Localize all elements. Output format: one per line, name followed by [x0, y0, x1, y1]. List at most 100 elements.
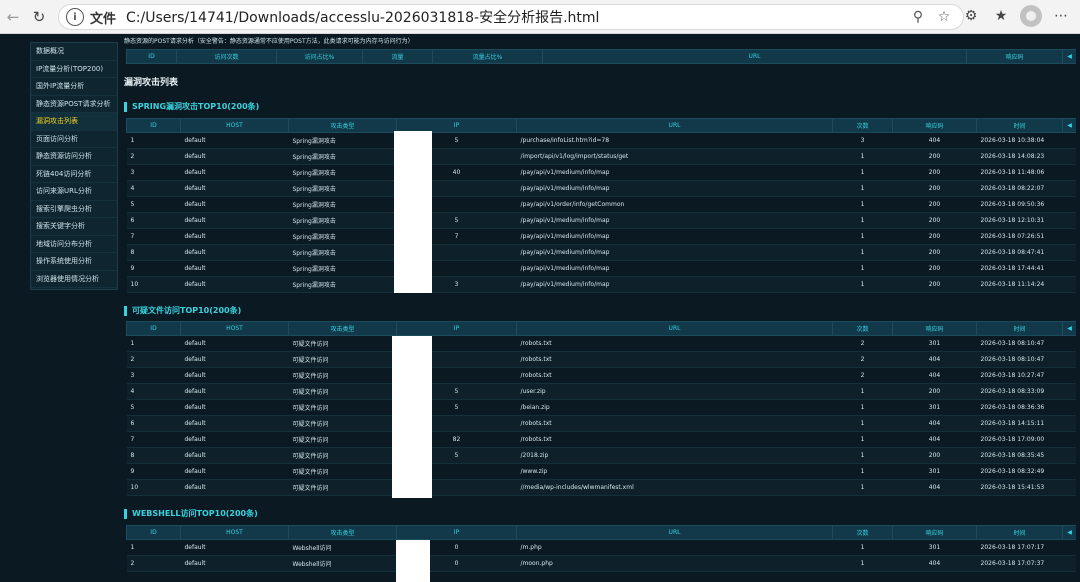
cell-time: 2026-03-18 17:07:17 [976, 539, 1063, 556]
cell-url: /pay/api/v1/medium/info/map [516, 228, 833, 245]
sidebar-item[interactable]: 死链404访问分析 [31, 166, 117, 183]
cell-type: Spring漏洞攻击 [288, 260, 397, 277]
cell-host: default [180, 399, 289, 416]
sort-toggle-icon[interactable]: ◀ [1062, 118, 1076, 133]
sidebar-item[interactable]: 地域访问分布分析 [31, 236, 117, 253]
column-header[interactable]: IP [396, 321, 517, 336]
extensions-puzzle-icon[interactable]: ⚙ [960, 5, 982, 27]
cell-url: /robots.txt [516, 431, 833, 448]
cell-url: /pay/api/v1/medium/info/map [516, 164, 833, 181]
profile-avatar[interactable] [1020, 5, 1042, 27]
column-header[interactable]: 响应码 [892, 525, 977, 540]
cell-time: 2026-03-18 08:47:41 [976, 244, 1063, 261]
column-header[interactable]: 流量占比% [432, 49, 543, 64]
cell-code: 301 [892, 539, 977, 556]
cell-id: 2 [126, 148, 181, 165]
cell-code: 200 [892, 180, 977, 197]
column-header[interactable]: 次数 [832, 118, 893, 133]
sidebar-item[interactable]: 国外IP流量分析 [31, 78, 117, 96]
sidebar-item[interactable]: 静态资源访问分析 [31, 148, 117, 166]
cell-host: default [180, 479, 289, 496]
cell-host: default [180, 180, 289, 197]
favorite-star-icon[interactable]: ☆ [935, 8, 953, 26]
cell-host: default [180, 555, 289, 572]
sidebar-item[interactable]: IP流量分析(TOP200) [31, 61, 117, 78]
sidebar-item[interactable]: 浏览器使用情况分析 [31, 271, 117, 288]
column-header[interactable]: 访问次数 [176, 49, 277, 64]
cell-pad [1062, 196, 1076, 213]
column-header[interactable]: 响应码 [892, 118, 977, 133]
cell-type: 可疑文件访问 [288, 399, 397, 416]
column-header[interactable]: HOST [180, 118, 289, 133]
sidebar-item[interactable]: 数据概况 [31, 43, 117, 61]
column-header[interactable]: 时间 [976, 118, 1063, 133]
sort-toggle-icon[interactable]: ◀ [1062, 49, 1076, 64]
column-header[interactable]: ID [126, 525, 181, 540]
column-header[interactable]: ID [126, 321, 181, 336]
cell-time: 2026-03-18 08:22:07 [976, 180, 1063, 197]
webshell-table: ID HOST 攻击类型 IP URL 次数 响应码 时间 ◀ 1 default Webshell… [126, 525, 1076, 572]
column-header[interactable]: URL [542, 49, 967, 64]
column-header[interactable]: 次数 [832, 525, 893, 540]
column-header[interactable]: URL [516, 321, 833, 336]
cell-host: default [180, 431, 289, 448]
cell-id: 4 [126, 383, 181, 400]
cell-id: 3 [126, 164, 181, 181]
column-header[interactable]: 响应码 [966, 49, 1063, 64]
column-header[interactable]: 攻击类型 [288, 118, 397, 133]
cell-count: 1 [832, 555, 893, 572]
cell-type: 可疑文件访问 [288, 479, 397, 496]
sidebar-item[interactable]: 静态资源POST请求分析 [31, 96, 117, 113]
column-header[interactable]: 攻击类型 [288, 525, 397, 540]
sort-toggle-icon[interactable]: ◀ [1062, 321, 1076, 336]
cell-count: 1 [832, 539, 893, 556]
column-header[interactable]: IP [396, 525, 517, 540]
sidebar-item[interactable]: 页面访问分析 [31, 131, 117, 148]
cell-type: 可疑文件访问 [288, 335, 397, 352]
column-header[interactable]: URL [516, 525, 833, 540]
cell-id: 5 [126, 196, 181, 213]
cell-type: Spring漏洞攻击 [288, 228, 397, 245]
column-header[interactable]: URL [516, 118, 833, 133]
back-arrow-icon[interactable]: ← [2, 6, 24, 28]
favorites-list-icon[interactable]: ★ [990, 5, 1012, 27]
zoom-icon[interactable]: ⚲ [909, 8, 927, 26]
cell-host: default [180, 228, 289, 245]
cell-type: Webshell访问 [288, 539, 397, 556]
cell-pad [1062, 383, 1076, 400]
reload-icon[interactable]: ↻ [28, 6, 50, 28]
column-header[interactable]: HOST [180, 525, 289, 540]
column-header[interactable]: 时间 [976, 525, 1063, 540]
cell-type: 可疑文件访问 [288, 463, 397, 480]
cell-code: 200 [892, 447, 977, 464]
sort-toggle-icon[interactable]: ◀ [1062, 525, 1076, 540]
cell-pad [1062, 479, 1076, 496]
more-menu-icon[interactable]: ⋯ [1050, 5, 1072, 27]
column-header[interactable]: 访问占比% [276, 49, 363, 64]
cell-host: default [180, 335, 289, 352]
column-header[interactable]: HOST [180, 321, 289, 336]
address-url[interactable]: C:/Users/14741/Downloads/accesslu-202603… [126, 7, 599, 27]
file-scheme-label: 文件 [90, 11, 117, 27]
cell-code: 200 [892, 276, 977, 293]
column-header[interactable]: 次数 [832, 321, 893, 336]
column-header[interactable]: 时间 [976, 321, 1063, 336]
sidebar-item[interactable]: 操作系统使用分析 [31, 253, 117, 271]
column-header[interactable]: ID [126, 49, 177, 64]
column-header[interactable]: ID [126, 118, 181, 133]
sidebar-item[interactable]: 访问来源URL分析 [31, 183, 117, 201]
sidebar-item[interactable]: 搜索引擎爬虫分析 [31, 201, 117, 218]
sidebar-item[interactable]: 漏洞攻击列表 [31, 113, 117, 131]
column-header[interactable]: 响应码 [892, 321, 977, 336]
cell-type: Spring漏洞攻击 [288, 244, 397, 261]
column-header[interactable]: 流量 [362, 49, 433, 64]
cell-count: 1 [832, 463, 893, 480]
cell-host: default [180, 367, 289, 384]
column-header[interactable]: 攻击类型 [288, 321, 397, 336]
address-bar[interactable]: i 文件 C:/Users/14741/Downloads/accesslu-2… [58, 4, 964, 30]
cell-host: default [180, 132, 289, 149]
info-icon[interactable]: i [66, 8, 84, 26]
sidebar-item[interactable]: 搜索关键字分析 [31, 218, 117, 236]
cell-url: /robots.txt [516, 335, 833, 352]
cell-url: /pay/api/v1/medium/info/map [516, 260, 833, 277]
